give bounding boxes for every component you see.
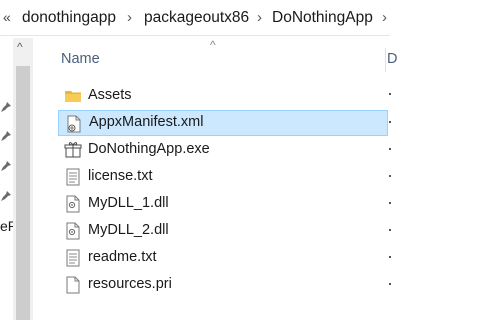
column-cell-fragment: [389, 121, 391, 123]
file-name: Assets: [88, 87, 132, 103]
breadcrumb-item-donothingapp-folder[interactable]: DoNothingApp: [272, 9, 373, 27]
exe-file-icon: [64, 142, 82, 158]
column-cell-fragment: [389, 148, 391, 150]
file-row-mydll-2[interactable]: MyDLL_2.dll: [58, 218, 388, 244]
column-cell-fragment: [389, 93, 391, 95]
file-name: license.txt: [88, 168, 153, 184]
pin-icon[interactable]: [0, 101, 12, 113]
nav-scrollbar[interactable]: ^: [13, 38, 33, 320]
column-cell-fragment: [389, 283, 391, 285]
file-row-resources-pri[interactable]: resources.pri: [58, 272, 388, 298]
column-header-date[interactable]: D: [387, 51, 397, 67]
double-chevron-left-icon[interactable]: «: [3, 9, 11, 25]
divider: [0, 35, 390, 36]
breadcrumb-item-donothingapp[interactable]: donothingapp: [22, 9, 116, 27]
column-cell-fragment: [389, 256, 391, 258]
address-bar[interactable]: « donothingapp › packageoutx86 › DoNothi…: [0, 0, 390, 36]
breadcrumb-item-packageoutx86[interactable]: packageoutx86: [144, 9, 249, 27]
file-name: AppxManifest.xml: [89, 114, 204, 130]
file-name: readme.txt: [88, 249, 157, 265]
file-name: resources.pri: [88, 276, 172, 292]
text-file-icon: [66, 249, 80, 267]
pin-icon[interactable]: [0, 160, 12, 172]
column-cell-fragment: [389, 202, 391, 204]
sort-ascending-icon: ^: [210, 38, 216, 52]
file-name: DoNothingApp.exe: [88, 141, 210, 157]
column-cell-fragment: [389, 175, 391, 177]
column-header-name[interactable]: Name: [61, 51, 100, 67]
pin-icon[interactable]: [0, 130, 12, 142]
file-name: MyDLL_2.dll: [88, 222, 169, 238]
file-row-license-txt[interactable]: license.txt: [58, 164, 388, 190]
text-file-icon: [66, 168, 80, 186]
file-row-donothingapp-exe[interactable]: DoNothingApp.exe: [58, 137, 388, 163]
dll-file-icon: [66, 222, 80, 240]
xml-file-icon: [67, 115, 81, 133]
folder-icon: [65, 91, 81, 102]
column-divider[interactable]: [385, 48, 386, 72]
scroll-up-arrow-icon[interactable]: ^: [17, 40, 23, 54]
dll-file-icon: [66, 195, 80, 213]
pin-icon[interactable]: [0, 190, 12, 202]
file-row-mydll-1[interactable]: MyDLL_1.dll: [58, 191, 388, 217]
file-row-appxmanifest[interactable]: AppxManifest.xml: [58, 110, 388, 136]
file-row-readme-txt[interactable]: readme.txt: [58, 245, 388, 271]
chevron-right-icon[interactable]: ›: [257, 9, 262, 26]
chevron-right-icon[interactable]: ›: [127, 9, 132, 26]
file-name: MyDLL_1.dll: [88, 195, 169, 211]
column-cell-fragment: [389, 229, 391, 231]
generic-file-icon: [66, 276, 80, 294]
file-row-assets[interactable]: Assets: [58, 83, 388, 109]
scrollbar-thumb[interactable]: [16, 66, 30, 320]
chevron-right-icon[interactable]: ›: [382, 9, 387, 26]
